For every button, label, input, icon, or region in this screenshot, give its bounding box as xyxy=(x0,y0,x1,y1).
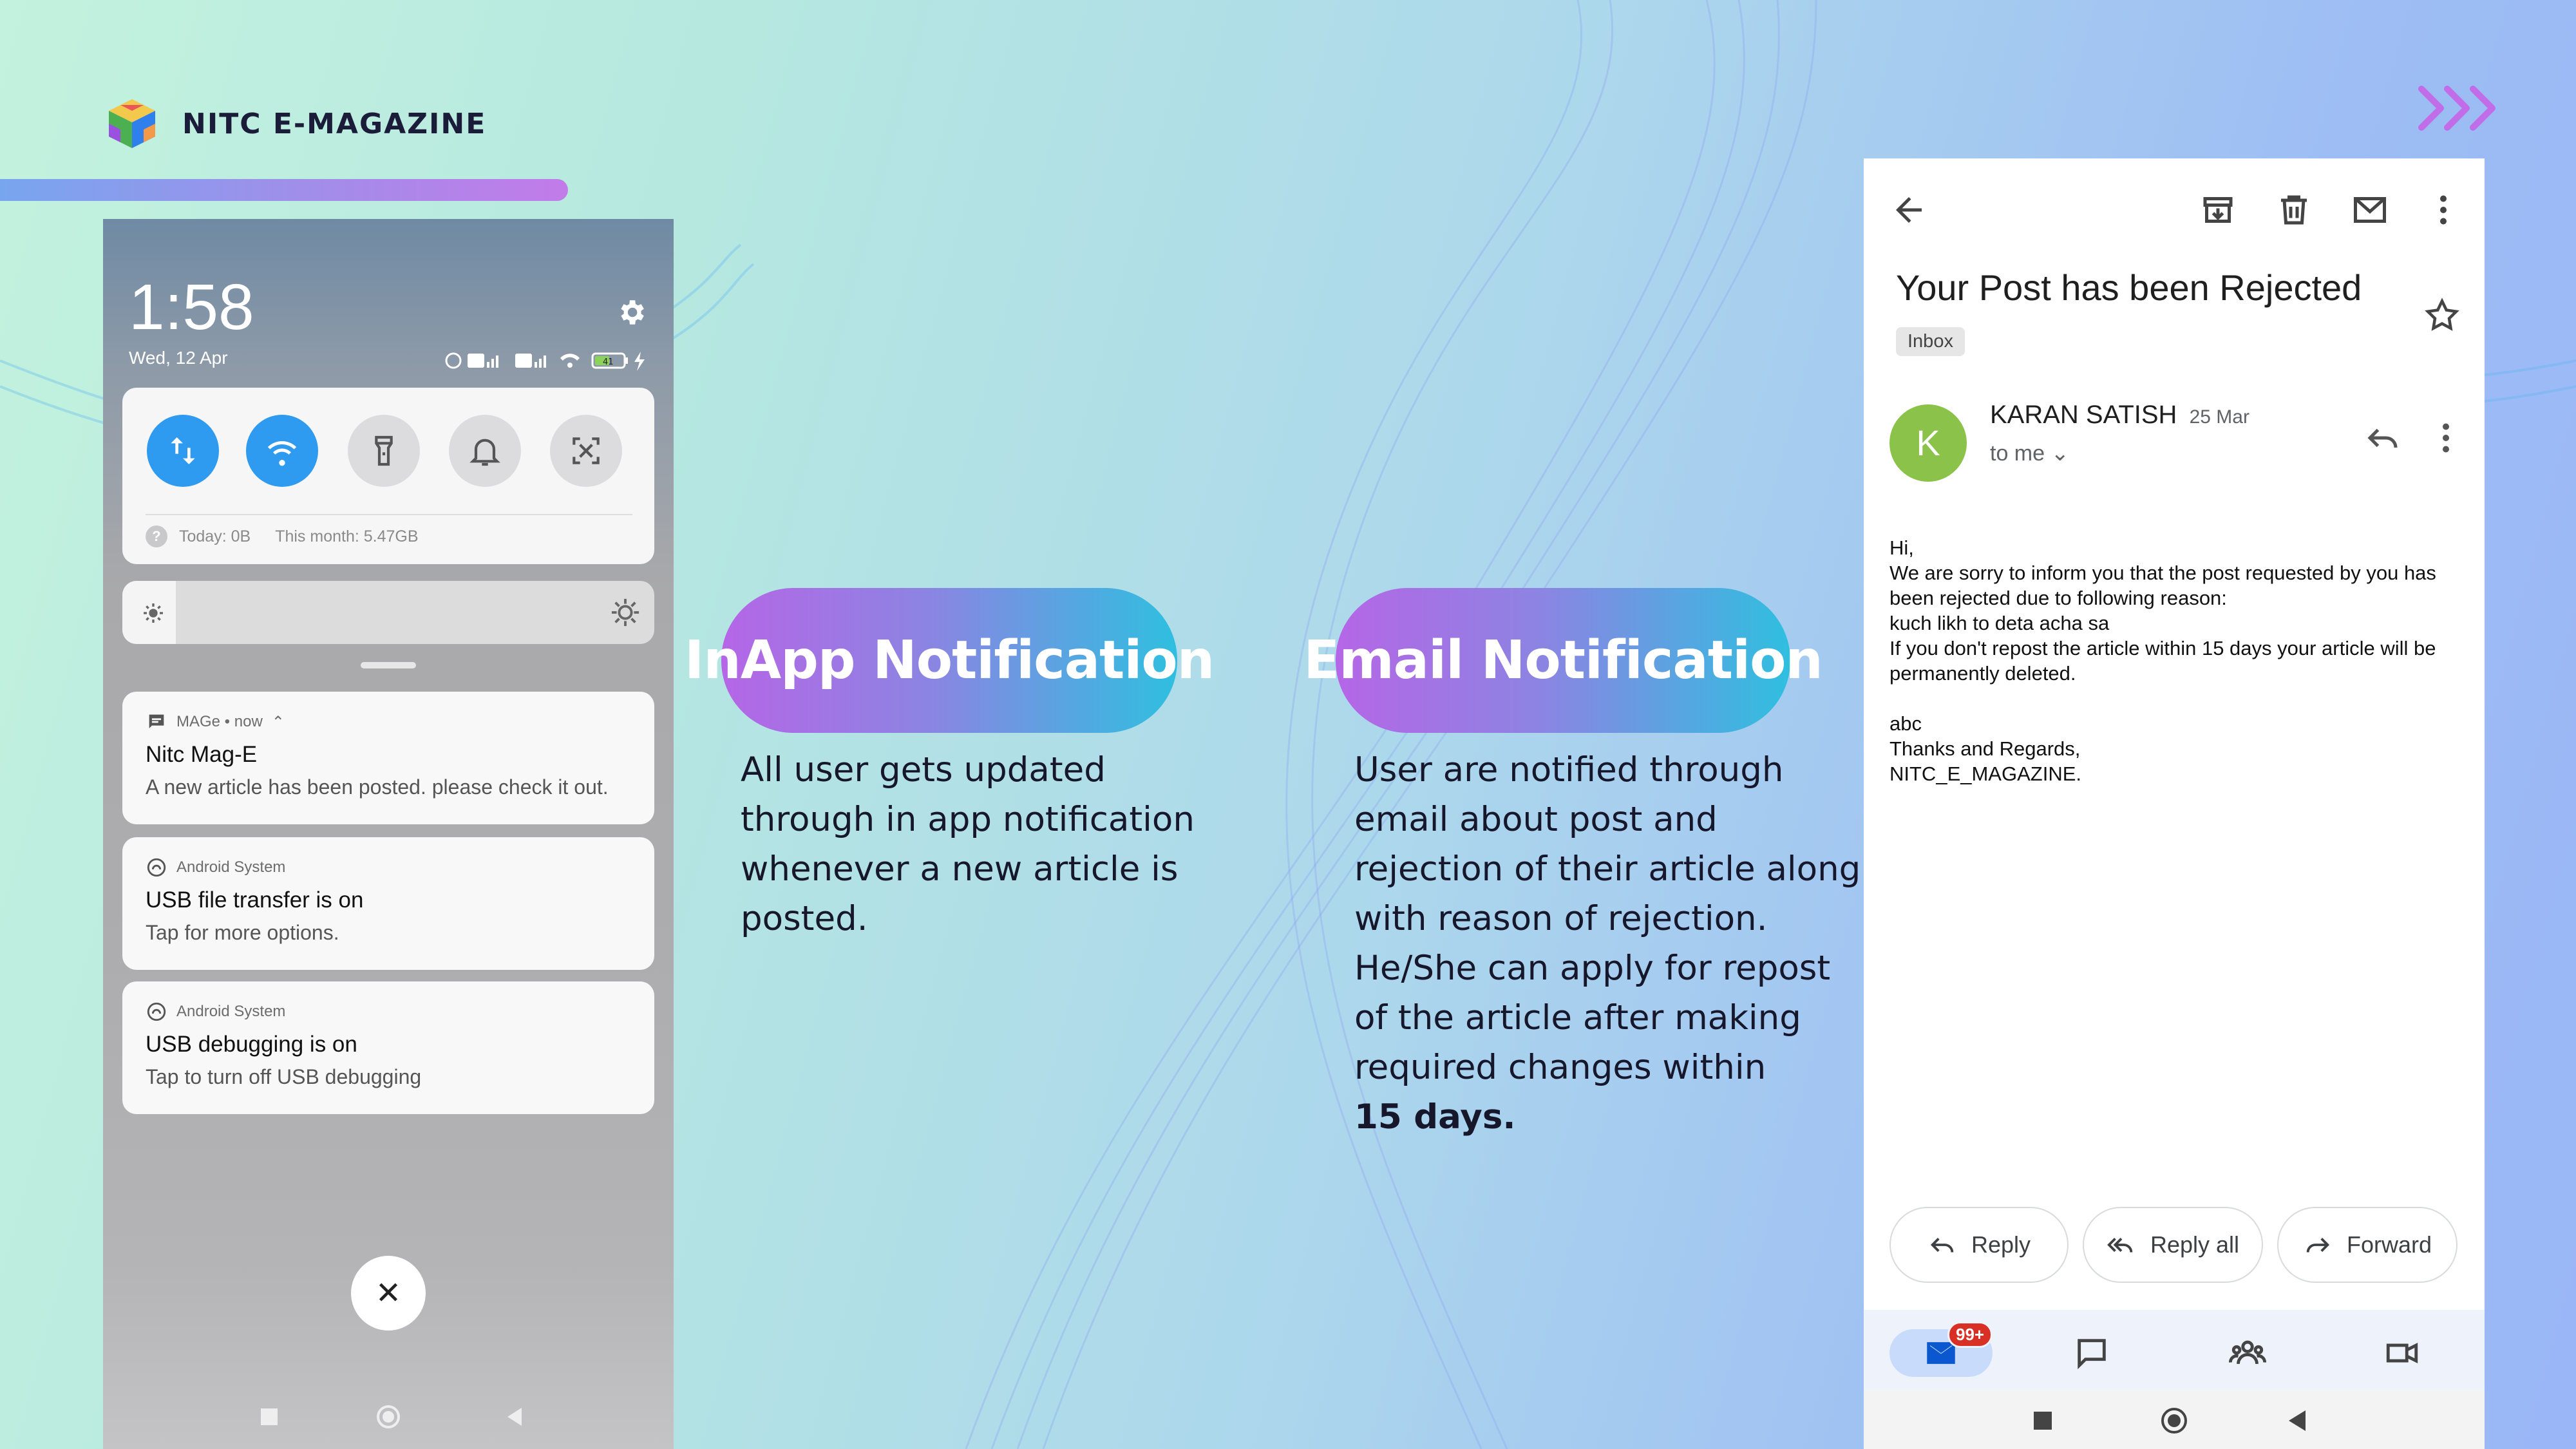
email-phone-nav-bar xyxy=(1864,1390,2485,1449)
nav-chat[interactable] xyxy=(2040,1329,2143,1377)
inbox-label[interactable]: Inbox xyxy=(1896,327,1965,356)
recents-icon[interactable] xyxy=(2034,1412,2052,1430)
sender-name: KARAN SATISH xyxy=(1990,401,2177,429)
notification-title: USB debugging is on xyxy=(146,1032,357,1057)
data-usage-month: This month: 5.47GB xyxy=(275,527,419,545)
mail-count-badge: 99+ xyxy=(1947,1321,1993,1348)
email-date: 25 Mar xyxy=(2189,406,2249,428)
triple-chevron-icon xyxy=(2418,86,2496,131)
brightness-low-icon xyxy=(144,603,163,623)
notification-title: Nitc Mag-E xyxy=(146,742,258,767)
notification-header: Android System xyxy=(146,857,285,878)
more-vert-icon[interactable] xyxy=(2427,419,2465,457)
sender-line: KARAN SATISH 25 Mar xyxy=(1990,401,2249,430)
email-deadline-emphasis: 15 days. xyxy=(1354,1097,1516,1137)
brand-title: NITC E-MAGAZINE xyxy=(182,107,487,140)
gmail-bottom-nav: 99+ xyxy=(1864,1310,2485,1390)
message-icon xyxy=(149,714,164,728)
phone-notification-shade: 1:58 Wed, 12 Apr 41 ? Today: 0B This mon… xyxy=(103,219,674,1449)
notification-header: MAGe • now ⌃ xyxy=(146,711,285,733)
notification-card[interactable]: Android System USB debugging is on Tap t… xyxy=(122,981,654,1114)
data-arrows-icon xyxy=(171,437,195,464)
people-icon xyxy=(2229,1340,2266,1365)
data-usage-row: ? Today: 0B This month: 5.47GB xyxy=(146,526,419,547)
notification-app: Android System xyxy=(176,1003,286,1020)
reply-icon xyxy=(1930,1238,1954,1253)
notification-body: A new article has been posted. please ch… xyxy=(146,775,609,799)
brand-accent-bar xyxy=(0,179,568,201)
android-system-icon xyxy=(147,858,166,877)
screenshot-toggle[interactable] xyxy=(550,415,622,487)
sender-avatar[interactable]: K xyxy=(1889,404,1967,482)
notification-body: Tap to turn off USB debugging xyxy=(146,1065,422,1088)
recipient-label: to me xyxy=(1990,441,2045,466)
bell-icon xyxy=(469,439,500,466)
notification-app: MAGe • now xyxy=(176,713,263,730)
email-notification-pill: Email Notification xyxy=(1303,588,1823,733)
mark-unread-icon[interactable] xyxy=(2351,191,2389,229)
flashlight-icon xyxy=(375,435,393,466)
back-icon[interactable] xyxy=(507,1408,522,1426)
mobile-data-toggle[interactable] xyxy=(147,415,219,487)
status-bar-icons: 41 xyxy=(445,352,645,371)
nav-mail[interactable]: 99+ xyxy=(1889,1321,1993,1377)
back-arrow-icon[interactable] xyxy=(1889,191,1928,229)
nav-meet[interactable] xyxy=(2351,1329,2454,1377)
email-subject: Your Post has been Rejected xyxy=(1896,267,2362,308)
email-client-screen: Your Post has been Rejected Inbox K KARA… xyxy=(1864,158,2485,1449)
brightness-slider[interactable] xyxy=(122,581,654,644)
reply-all-button[interactable]: Reply all xyxy=(2083,1207,2263,1283)
cube-logo-icon xyxy=(109,99,155,148)
notification-title: USB file transfer is on xyxy=(146,887,364,913)
notification-body: Tap for more options. xyxy=(146,921,339,944)
reply-all-icon xyxy=(2107,1238,2133,1253)
chevron-up-icon[interactable]: ⌃ xyxy=(272,713,285,732)
screenshot-icon xyxy=(573,437,600,464)
flashlight-toggle[interactable] xyxy=(348,415,420,487)
battery-level: 41 xyxy=(603,357,614,367)
data-usage-today: Today: 0B xyxy=(179,527,251,545)
video-camera-icon xyxy=(2386,1343,2418,1363)
android-system-icon xyxy=(147,1002,166,1021)
shade-drag-handle[interactable] xyxy=(361,662,416,668)
email-body: Hi, We are sorry to inform you that the … xyxy=(1889,536,2436,785)
trash-icon[interactable] xyxy=(2275,191,2313,229)
inapp-description: All user gets updated through in app not… xyxy=(741,750,1195,938)
recents-icon[interactable] xyxy=(261,1408,278,1425)
back-icon[interactable] xyxy=(2289,1410,2306,1431)
nav-spaces[interactable] xyxy=(2196,1329,2299,1377)
brand-header: NITC E-MAGAZINE xyxy=(106,97,486,151)
reply-icon[interactable] xyxy=(2363,419,2402,457)
forward-button[interactable]: Forward xyxy=(2277,1207,2458,1283)
chevron-down-icon: ⌄ xyxy=(2050,441,2070,466)
wifi-toggle[interactable] xyxy=(246,415,318,487)
quick-settings-divider xyxy=(146,514,632,515)
status-clock: 1:58 xyxy=(129,271,254,343)
notification-card[interactable]: Android System USB file transfer is on T… xyxy=(122,837,654,970)
notification-sound-toggle[interactable] xyxy=(449,415,521,487)
notification-card[interactable]: MAGe • now ⌃ Nitc Mag-E A new article ha… xyxy=(122,692,654,824)
clear-all-button[interactable]: ✕ xyxy=(351,1256,426,1331)
archive-icon[interactable] xyxy=(2199,191,2237,229)
forward-icon xyxy=(2306,1238,2330,1253)
notification-app: Android System xyxy=(176,858,286,876)
reply-button[interactable]: Reply xyxy=(1889,1207,2069,1283)
chat-icon xyxy=(2078,1339,2106,1370)
inapp-notification-pill: InApp Notification xyxy=(685,588,1215,733)
brightness-high-icon xyxy=(611,598,639,627)
more-vert-icon[interactable] xyxy=(2424,191,2463,229)
recipient-toggle[interactable]: to me ⌄ xyxy=(1990,440,2069,466)
star-icon[interactable] xyxy=(2423,296,2461,335)
settings-gear-icon[interactable] xyxy=(615,296,647,328)
quick-settings-panel: ? Today: 0B This month: 5.47GB xyxy=(122,388,654,564)
question-icon: ? xyxy=(146,526,167,547)
wifi-icon xyxy=(267,441,297,466)
phone-nav-bar xyxy=(261,1405,522,1428)
notification-header: Android System xyxy=(146,1001,285,1023)
email-description: User are notified through email about po… xyxy=(1354,750,1861,1137)
status-date: Wed, 12 Apr xyxy=(129,348,228,368)
